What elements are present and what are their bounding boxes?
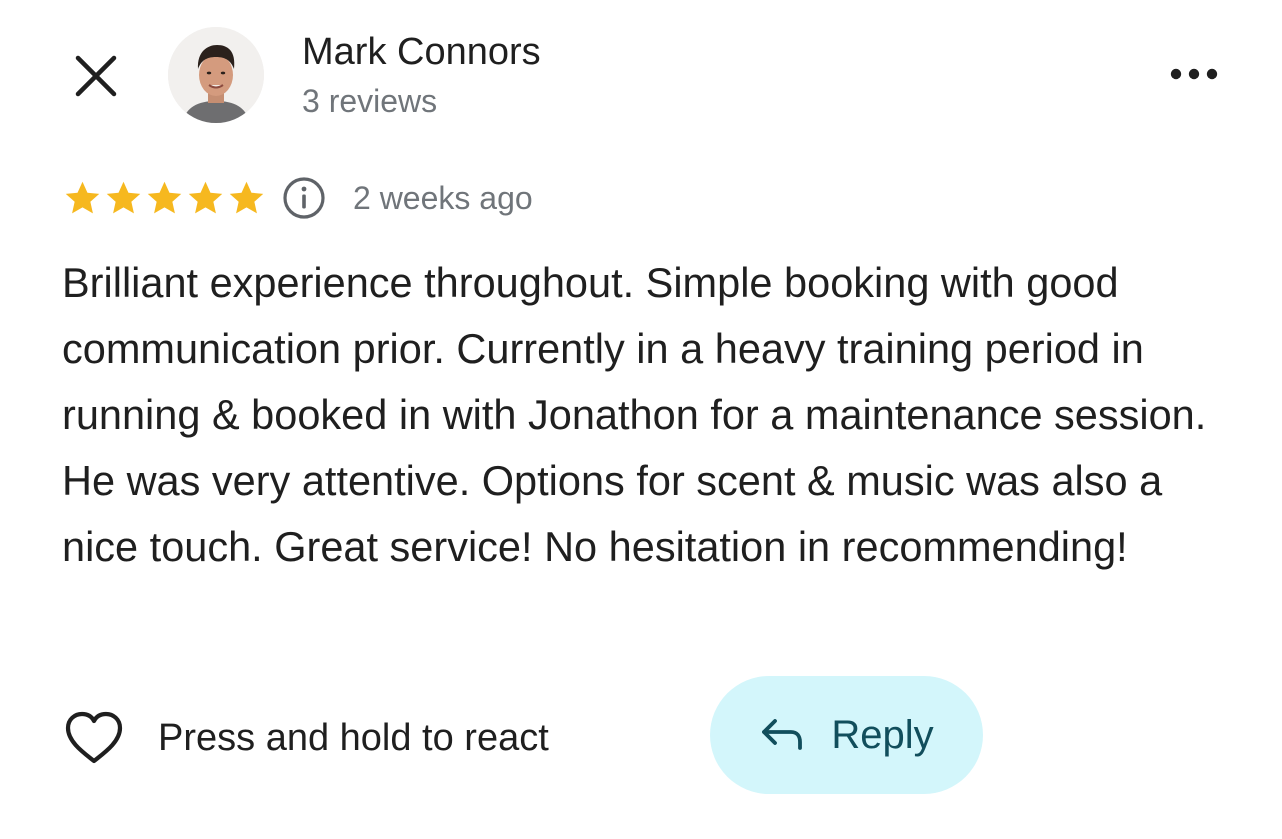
review-date: 2 weeks ago xyxy=(353,179,533,216)
rating-row: 2 weeks ago xyxy=(62,172,533,224)
react-label: Press and hold to react xyxy=(158,716,549,759)
react-button[interactable]: Press and hold to react xyxy=(62,700,549,776)
reply-arrow-icon xyxy=(762,719,803,750)
author-review-count: 3 reviews xyxy=(302,83,438,119)
info-icon[interactable] xyxy=(281,175,327,221)
more-horizontal-icon xyxy=(1170,68,1218,80)
avatar[interactable] xyxy=(168,27,264,123)
close-button[interactable] xyxy=(66,48,126,108)
review-text: Brilliant experience throughout. Simple … xyxy=(62,259,1207,570)
more-options-button[interactable] xyxy=(1164,54,1228,94)
star-icon xyxy=(147,181,182,213)
reply-label: Reply xyxy=(831,712,934,757)
close-icon xyxy=(75,55,117,97)
star-icon xyxy=(229,181,264,213)
star-icon xyxy=(106,181,141,213)
star-icon xyxy=(65,181,100,213)
heart-icon xyxy=(65,711,123,764)
avatar-photo xyxy=(168,27,264,123)
reply-button[interactable]: Reply xyxy=(710,676,983,794)
author-name[interactable]: Mark Connors xyxy=(302,28,541,76)
star-rating xyxy=(62,178,267,219)
star-icon xyxy=(188,181,223,213)
